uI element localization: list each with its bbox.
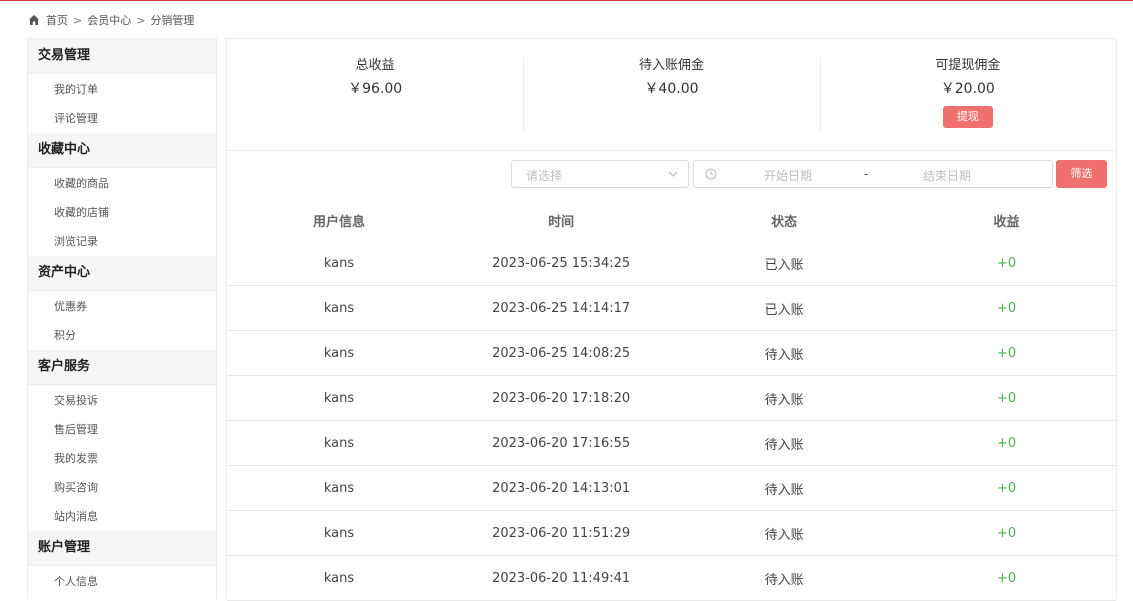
- cell-income: +0: [897, 375, 1116, 421]
- cell-time: 2023-06-25 14:14:17: [450, 285, 672, 331]
- filter-button[interactable]: 筛选: [1056, 160, 1107, 188]
- sidebar-item-coupons[interactable]: 优惠券: [28, 292, 216, 321]
- breadcrumb-home[interactable]: 首页: [46, 12, 68, 28]
- start-date-input[interactable]: 开始日期: [764, 167, 812, 184]
- sidebar-item-fav-products[interactable]: 收藏的商品: [28, 169, 216, 198]
- cell-income: +0: [897, 510, 1116, 556]
- sidebar-group-favorites: 收藏中心: [28, 133, 216, 168]
- stat-withdrawable-commission: 可提现佣金 ￥20.00 提现: [819, 39, 1116, 150]
- cell-user: kans: [227, 241, 451, 286]
- cell-income: +0: [897, 555, 1116, 601]
- breadcrumb-current: 分销管理: [150, 14, 195, 27]
- cell-time: 2023-06-25 15:34:25: [450, 241, 672, 286]
- cell-time: 2023-06-20 11:51:29: [450, 510, 672, 556]
- cell-status: 待入账: [671, 465, 898, 511]
- stat-pending-commission: 待入账佣金 ￥40.00: [523, 39, 819, 150]
- stat-value: ￥40.00: [644, 81, 699, 97]
- table-row: kans 2023-06-20 11:51:29 待入账 +0: [227, 510, 1116, 556]
- breadcrumb-separator: >: [136, 13, 146, 27]
- cell-time: 2023-06-25 14:08:25: [450, 330, 672, 376]
- stat-label: 可提现佣金: [935, 58, 1001, 73]
- stats-bar: 总收益 ￥96.00 待入账佣金 ￥40.00 可提现佣金 ￥20.00 提现: [227, 39, 1116, 151]
- date-separator: -: [864, 167, 869, 181]
- table-row: kans 2023-06-20 11:49:41 待入账 +0: [227, 555, 1116, 601]
- top-accent-line: [0, 0, 1133, 1]
- stat-value: ￥20.00: [940, 81, 995, 97]
- status-select[interactable]: 请选择: [511, 160, 689, 188]
- cell-income: +0: [897, 330, 1116, 376]
- cell-income: +0: [897, 285, 1116, 331]
- commission-records-table: 用户信息 时间 状态 收益 kans 2023-06-25 15:34:25 已…: [227, 199, 1116, 601]
- sidebar-group-account: 账户管理: [28, 531, 216, 566]
- sidebar-item-history[interactable]: 浏览记录: [28, 227, 216, 256]
- header-income: 收益: [993, 214, 1020, 230]
- home-icon[interactable]: [28, 14, 40, 26]
- end-date-input[interactable]: 结束日期: [923, 167, 971, 184]
- sidebar-item-after-sales[interactable]: 售后管理: [28, 415, 216, 444]
- sidebar-group-service: 客户服务: [28, 350, 216, 385]
- header-user-info: 用户信息: [312, 214, 365, 230]
- table-row: kans 2023-06-20 17:18:20 待入账 +0: [227, 375, 1116, 421]
- cell-status: 已入账: [671, 241, 898, 286]
- cell-user: kans: [227, 330, 451, 376]
- cell-time: 2023-06-20 17:18:20: [450, 375, 672, 421]
- distribution-panel: 总收益 ￥96.00 待入账佣金 ￥40.00 可提现佣金 ￥20.00 提现 …: [226, 38, 1117, 601]
- cell-status: 已入账: [671, 285, 898, 331]
- table-row: kans 2023-06-20 14:13:01 待入账 +0: [227, 465, 1116, 511]
- stat-label: 总收益: [355, 58, 395, 73]
- sidebar-item-reviews[interactable]: 评论管理: [28, 104, 216, 133]
- breadcrumb-separator: >: [73, 13, 83, 27]
- sidebar-item-invoices[interactable]: 我的发票: [28, 444, 216, 473]
- cell-income: +0: [897, 241, 1116, 286]
- date-range-picker[interactable]: 开始日期 - 结束日期: [693, 160, 1053, 188]
- cell-user: kans: [227, 555, 451, 601]
- sidebar-item-inquiries[interactable]: 购买咨询: [28, 473, 216, 502]
- cell-user: kans: [227, 285, 451, 331]
- cell-status: 待入账: [671, 510, 898, 556]
- cell-user: kans: [227, 420, 451, 466]
- cell-time: 2023-06-20 14:13:01: [450, 465, 672, 511]
- filter-bar: 请选择 开始日期 - 结束日期 筛选: [511, 160, 1107, 188]
- chevron-down-icon: [668, 171, 678, 177]
- stat-value: ￥96.00: [348, 81, 403, 97]
- sidebar: 交易管理 我的订单 评论管理 收藏中心 收藏的商品 收藏的店铺 浏览记录 资产中…: [27, 38, 217, 599]
- cell-time: 2023-06-20 11:49:41: [450, 555, 672, 601]
- stat-total-income: 总收益 ￥96.00: [227, 39, 523, 150]
- sidebar-item-profile[interactable]: 个人信息: [28, 567, 216, 596]
- sidebar-item-fav-shops[interactable]: 收藏的店铺: [28, 198, 216, 227]
- select-placeholder: 请选择: [526, 169, 563, 183]
- cell-income: +0: [897, 420, 1116, 466]
- cell-status: 待入账: [671, 555, 898, 601]
- cell-user: kans: [227, 510, 451, 556]
- cell-user: kans: [227, 375, 451, 421]
- table-header-row: 用户信息 时间 状态 收益: [227, 199, 1116, 241]
- table-row: kans 2023-06-25 15:34:25 已入账 +0: [227, 241, 1116, 286]
- sidebar-item-my-orders[interactable]: 我的订单: [28, 75, 216, 104]
- sidebar-item-points[interactable]: 积分: [28, 321, 216, 350]
- cell-status: 待入账: [671, 420, 898, 466]
- sidebar-group-trade: 交易管理: [28, 39, 216, 74]
- withdraw-button[interactable]: 提现: [942, 106, 993, 128]
- stat-label: 待入账佣金: [638, 58, 704, 73]
- cell-status: 待入账: [671, 375, 898, 421]
- breadcrumb-member-center[interactable]: 会员中心: [87, 12, 131, 28]
- cell-income: +0: [897, 465, 1116, 511]
- sidebar-group-assets: 资产中心: [28, 256, 216, 291]
- cell-user: kans: [227, 465, 451, 511]
- table-row: kans 2023-06-20 17:16:55 待入账 +0: [227, 420, 1116, 466]
- table-row: kans 2023-06-25 14:08:25 待入账 +0: [227, 330, 1116, 376]
- header-status: 状态: [771, 214, 798, 230]
- breadcrumb: 首页 > 会员中心 > 分销管理: [28, 12, 194, 28]
- sidebar-item-messages[interactable]: 站内消息: [28, 502, 216, 531]
- sidebar-item-complaints[interactable]: 交易投诉: [28, 386, 216, 415]
- cell-time: 2023-06-20 17:16:55: [450, 420, 672, 466]
- header-time: 时间: [548, 214, 575, 230]
- table-row: kans 2023-06-25 14:14:17 已入账 +0: [227, 285, 1116, 331]
- clock-icon: [705, 168, 717, 180]
- cell-status: 待入账: [671, 330, 898, 376]
